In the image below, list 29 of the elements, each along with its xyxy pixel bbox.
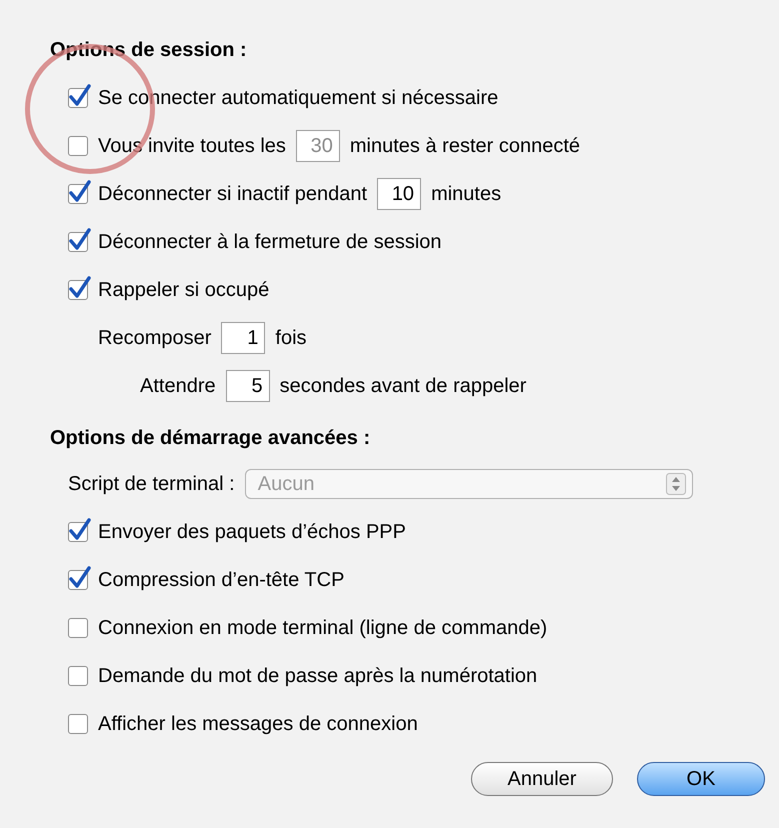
option-label: Déconnecter si inactif pendant (98, 182, 368, 207)
option-label: Recomposer (98, 326, 212, 351)
checkbox-label: Se connecter automatiquement si nécessaire (98, 86, 498, 111)
cancel-button[interactable]: Annuler (471, 762, 613, 796)
input-field[interactable]: 10 (377, 178, 422, 210)
section-heading: Options de démarrage avancées : (50, 426, 372, 451)
option-label: minutes à rester connecté (350, 134, 580, 159)
section-heading: Options de session : (50, 38, 248, 63)
checkbox-label: Afficher les messages de connexion (98, 712, 418, 737)
checkbox-label: Rappeler si occupé (98, 278, 270, 303)
checkbox[interactable] (68, 714, 88, 734)
checkbox-label: Envoyer des paquets d’échos PPP (98, 520, 406, 545)
checkbox-label: Demande du mot de passe après la numérotation (98, 664, 538, 689)
checkbox-label: Connexion en mode terminal (ligne de commande) (98, 616, 548, 641)
option-label: secondes avant de rappeler (280, 374, 526, 399)
option-label: Vous invite toutes les (98, 134, 286, 159)
input-field[interactable]: 5 (226, 370, 270, 402)
checkbox[interactable] (68, 136, 88, 156)
checkbox[interactable] (68, 666, 88, 686)
stepper-arrows-icon (666, 473, 686, 495)
checkbox[interactable] (68, 618, 88, 638)
checkbox-label: Déconnecter à la fermeture de session (98, 230, 442, 255)
option-label: minutes (431, 182, 502, 207)
ok-button[interactable]: OK (637, 762, 765, 796)
checkbox-label: Compression d’en-tête TCP (98, 568, 344, 593)
field-label: Script de terminal : (68, 472, 235, 497)
input-field[interactable]: 1 (221, 322, 266, 354)
option-label: fois (275, 326, 307, 351)
option-label: Attendre (140, 374, 216, 399)
